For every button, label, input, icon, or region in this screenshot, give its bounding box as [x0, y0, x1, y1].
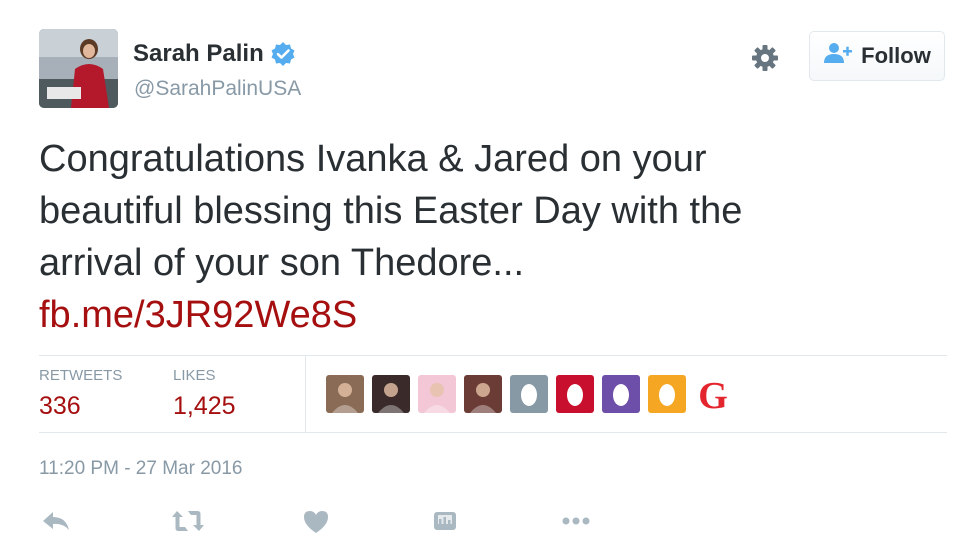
tweet-timestamp[interactable]: 11:20 PM - 27 Mar 2016	[39, 458, 242, 480]
liker-avatar-9[interactable]: G	[694, 375, 732, 413]
verified-badge-icon	[270, 41, 296, 67]
retweets-count[interactable]: 336	[39, 392, 81, 421]
follow-label: Follow	[861, 43, 931, 68]
likers-list: G	[326, 375, 732, 413]
more-icon[interactable]	[558, 507, 594, 537]
tweet-text-line: Congratulations Ivanka & Jared on your	[39, 138, 707, 180]
liker-avatar-6[interactable]	[556, 375, 594, 413]
divider	[39, 355, 947, 356]
retweets-label: RETWEETS	[39, 367, 123, 384]
tweet-text: Congratulations Ivanka & Jared on your b…	[39, 133, 939, 341]
liker-avatar-1[interactable]	[326, 375, 364, 413]
display-name[interactable]: Sarah Palin	[133, 40, 296, 68]
tweet-link[interactable]: fb.me/3JR92We8S	[39, 289, 939, 341]
liker-avatar-7[interactable]	[602, 375, 640, 413]
likes-count[interactable]: 1,425	[173, 392, 236, 421]
like-icon[interactable]	[301, 507, 337, 537]
reply-icon[interactable]	[40, 507, 76, 537]
liker-avatar-2[interactable]	[372, 375, 410, 413]
avatar[interactable]	[39, 29, 118, 108]
svg-text:G: G	[698, 375, 728, 413]
user-handle[interactable]: @SarahPalinUSA	[134, 77, 301, 101]
tweet-text-line: arrival of your son Thedore...	[39, 242, 525, 284]
likes-label: LIKES	[173, 367, 216, 384]
display-name-text[interactable]: Sarah Palin	[133, 40, 264, 68]
tweet-text-line: beautiful blessing this Easter Day with …	[39, 190, 743, 232]
analytics-icon[interactable]	[432, 507, 468, 537]
divider	[39, 432, 947, 433]
liker-avatar-3[interactable]	[418, 375, 456, 413]
divider	[305, 356, 306, 432]
retweet-icon[interactable]	[170, 507, 206, 537]
liker-avatar-5[interactable]	[510, 375, 548, 413]
gear-icon[interactable]	[749, 42, 781, 74]
follow-button[interactable]: Follow	[809, 31, 945, 81]
liker-avatar-8[interactable]	[648, 375, 686, 413]
person-add-icon	[823, 42, 853, 70]
liker-avatar-4[interactable]	[464, 375, 502, 413]
